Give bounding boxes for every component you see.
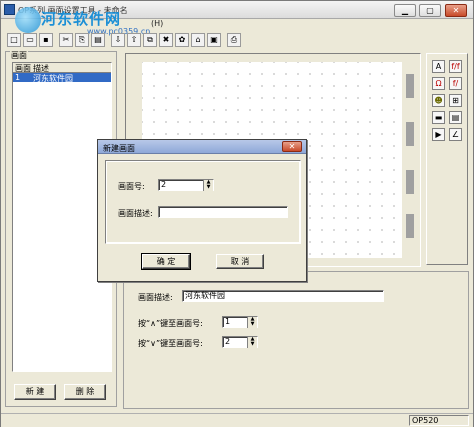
text-tool-icon[interactable]: A xyxy=(432,60,445,73)
spin-arrows-icon[interactable]: ▲ ▼ xyxy=(247,317,257,328)
download-icon[interactable]: ⇩ xyxy=(111,33,125,47)
screen-desc-label: 画面描述: xyxy=(138,293,173,302)
up-key-stepper[interactable]: 1 ▲ ▼ xyxy=(222,316,258,328)
screen-properties-panel: 画面描述: 河东软件园 按“∧”键至画面号: 1 ▲ ▼ 按“∨”键至画面号: 2… xyxy=(123,271,469,409)
canvas-scroll-marker xyxy=(406,74,414,98)
app-icon xyxy=(4,4,15,15)
dialog-title: 新建画面 xyxy=(103,144,135,153)
lamp-tool-icon[interactable]: ☻ xyxy=(432,94,445,107)
toolbar: □ ▭ ▪ ✂ ⎘ ▤ ⇩ ⇧ ⧉ ✖ ✿ ⌂ ▣ ⎙ xyxy=(3,32,473,51)
new-file-icon[interactable]: □ xyxy=(7,33,21,47)
play-tool-icon[interactable]: ▶ xyxy=(432,128,445,141)
down-key-label: 按“∨”键至画面号: xyxy=(138,339,203,348)
screen-desc-dialog-input[interactable] xyxy=(158,206,288,218)
status-bar: OP520 xyxy=(1,413,473,427)
home-icon[interactable]: ⌂ xyxy=(191,33,205,47)
upload-icon[interactable]: ⇧ xyxy=(127,33,141,47)
table-tool-icon[interactable]: ▤ xyxy=(449,111,462,124)
watermark-logo-icon xyxy=(15,7,41,33)
canvas-scroll-marker xyxy=(406,122,414,146)
open-folder-icon[interactable]: ▭ xyxy=(23,33,37,47)
cancel-button[interactable]: 取 消 xyxy=(216,254,264,269)
up-key-label: 按“∧”键至画面号: xyxy=(138,319,203,328)
settings-gear-icon[interactable]: ✿ xyxy=(175,33,189,47)
maximize-button[interactable]: ▢ xyxy=(419,4,441,17)
down-key-stepper[interactable]: 2 ▲ ▼ xyxy=(222,336,258,348)
new-screen-button[interactable]: 新 建 xyxy=(14,384,56,400)
list-header: 画面 描述 xyxy=(13,63,111,73)
copy-icon[interactable]: ⎘ xyxy=(75,33,89,47)
save-icon[interactable]: ▪ xyxy=(39,33,53,47)
chart-tool-icon[interactable]: ∠ xyxy=(449,128,462,141)
screen-desc-input[interactable]: 河东软件园 xyxy=(182,290,384,302)
close-button[interactable]: ✕ xyxy=(445,4,467,17)
screen-number-stepper[interactable]: 2 ▲ ▼ xyxy=(158,179,214,191)
symbol-tool-icon[interactable]: Ω xyxy=(432,77,445,90)
formula-tool-icon[interactable]: f/f xyxy=(449,60,462,73)
grid-tool-icon[interactable]: ⊞ xyxy=(449,94,462,107)
element-toolbox: A f/f Ω f/ ☻ ⊞ ▬ ▤ ▶ ∠ xyxy=(426,53,468,265)
screen-number-label: 画面号: xyxy=(118,182,145,191)
watermark-text: 河东软件网 xyxy=(41,10,122,28)
dialog-title-bar: 新建画面 ✕ xyxy=(98,140,306,154)
app-window: OP系列 画面设置工具 - 未命名 ▁ ▢ ✕ 河东软件网 www.pc0359… xyxy=(0,0,474,427)
down-key-value: 2 xyxy=(225,337,231,346)
up-key-value: 1 xyxy=(225,317,231,326)
row-desc: 河东软件园 xyxy=(33,74,73,83)
device-model: OP520 xyxy=(409,415,469,426)
menu-help[interactable]: (H) xyxy=(151,19,163,28)
dialog-group: 画面号: 2 ▲ ▼ 画面描述: xyxy=(105,160,301,244)
row-id: 1 xyxy=(15,73,21,82)
delete-screen-icon[interactable]: ✖ xyxy=(159,33,173,47)
compare-icon[interactable]: ⧉ xyxy=(143,33,157,47)
delete-screen-button[interactable]: 删 除 xyxy=(64,384,106,400)
paste-icon[interactable]: ▤ xyxy=(91,33,105,47)
ok-button[interactable]: 确 定 xyxy=(141,253,191,270)
dialog-close-button[interactable]: ✕ xyxy=(282,141,302,152)
spin-arrows-icon[interactable]: ▲ ▼ xyxy=(247,337,257,348)
new-screen-dialog: 新建画面 ✕ 画面号: 2 ▲ ▼ 画面描述: 确 定 取 消 xyxy=(97,139,307,282)
canvas-scroll-marker xyxy=(406,170,414,194)
function-tool-icon[interactable]: f/ xyxy=(449,77,462,90)
screen-desc-dialog-label: 画面描述: xyxy=(118,209,153,218)
table-row[interactable]: 1 河东软件园 xyxy=(13,73,111,83)
spin-arrows-icon[interactable]: ▲ ▼ xyxy=(203,180,213,191)
print-icon[interactable]: ⎙ xyxy=(227,33,241,47)
screen-group-title: 画面 xyxy=(10,50,28,61)
bar-tool-icon[interactable]: ▬ xyxy=(432,111,445,124)
canvas-scroll-marker xyxy=(406,214,414,238)
cut-icon[interactable]: ✂ xyxy=(59,33,73,47)
minimize-button[interactable]: ▁ xyxy=(394,4,416,17)
screen-number-value: 2 xyxy=(161,180,167,189)
screen-icon[interactable]: ▣ xyxy=(207,33,221,47)
